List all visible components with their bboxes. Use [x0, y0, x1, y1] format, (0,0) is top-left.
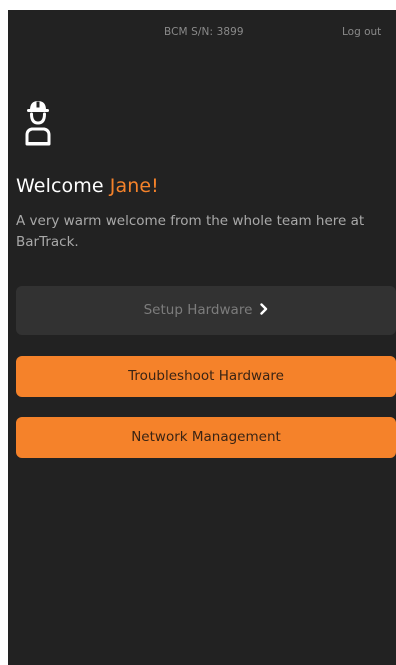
welcome-user-name: Jane! — [109, 175, 159, 197]
network-management-button[interactable]: Network Management — [16, 417, 396, 458]
network-management-label: Network Management — [131, 429, 281, 445]
welcome-greeting: Welcome — [16, 175, 104, 197]
welcome-heading: Welcome Jane! — [16, 175, 159, 197]
logout-link[interactable]: Log out — [342, 26, 381, 38]
device-serial: BCM S/N: 3899 — [164, 26, 244, 38]
chevron-right-icon — [260, 302, 268, 315]
worker-hardhat-icon — [25, 101, 51, 146]
welcome-message: A very warm welcome from the whole team … — [16, 213, 365, 250]
setup-hardware-button[interactable]: Setup Hardware — [16, 286, 396, 335]
top-bar: BCM S/N: 3899 Log out — [8, 10, 396, 54]
setup-hardware-label: Setup Hardware — [143, 302, 253, 318]
troubleshoot-hardware-label: Troubleshoot Hardware — [128, 368, 284, 384]
troubleshoot-hardware-button[interactable]: Troubleshoot Hardware — [16, 356, 396, 397]
app-screen: BCM S/N: 3899 Log out Welcome Jane! A ve… — [8, 10, 396, 665]
